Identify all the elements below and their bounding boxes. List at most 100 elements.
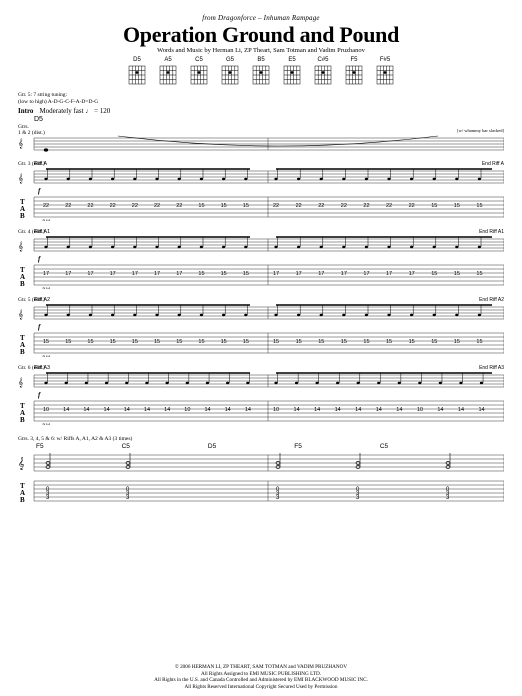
tempo-note-icon: ♩ xyxy=(85,107,92,115)
svg-text:15: 15 xyxy=(318,339,324,345)
svg-text:14: 14 xyxy=(396,407,402,413)
svg-text:15: 15 xyxy=(431,339,437,345)
svg-text:15: 15 xyxy=(221,203,227,209)
half-note-chord xyxy=(356,453,360,469)
intro-heading: Intro Moderately fast ♩ = 120 xyxy=(18,107,504,115)
header: from Dragonforce – Inhuman Rampage Opera… xyxy=(18,14,504,54)
chord-label: C#5 xyxy=(313,57,333,63)
chord-label: F5 xyxy=(344,57,364,63)
svg-text:P.M.- - - - - - - - - - - - -: P.M.- - - - - - - - - - - - - - - - - - … xyxy=(41,356,318,357)
svg-text:3: 3 xyxy=(356,495,360,501)
riff-name: Riff A xyxy=(34,161,47,167)
chord-label: C5 xyxy=(189,57,209,63)
chord-grid-icon xyxy=(251,64,271,86)
svg-text:22: 22 xyxy=(132,203,138,209)
chord-label: G5 xyxy=(220,57,240,63)
riff-block-0: Gtr. 3 (dist.) Riff A End Riff A 𝄞 f T A… xyxy=(18,161,504,226)
svg-text:15: 15 xyxy=(132,339,138,345)
svg-text:15: 15 xyxy=(87,339,93,345)
chord-marker: C5 xyxy=(122,443,130,450)
svg-text:22: 22 xyxy=(273,203,279,209)
svg-text:10: 10 xyxy=(273,407,279,413)
svg-text:B: B xyxy=(20,280,25,288)
svg-text:15: 15 xyxy=(431,203,437,209)
svg-text:17: 17 xyxy=(43,271,49,277)
svg-text:14: 14 xyxy=(245,407,251,413)
svg-text:14: 14 xyxy=(104,407,110,413)
chord-diagram-g5: G5 xyxy=(220,57,240,86)
svg-text:15: 15 xyxy=(243,203,249,209)
svg-text:14: 14 xyxy=(478,407,484,413)
svg-text:14: 14 xyxy=(355,407,361,413)
treble-clef-icon: 𝄞 xyxy=(18,138,23,149)
riff-staff-container: Riff A2 End Riff A2 𝄞 f T A B 1515151515… xyxy=(18,303,504,362)
svg-text:15: 15 xyxy=(454,203,460,209)
tab-B-icon: B xyxy=(20,496,25,504)
credits-line: Words and Music by Herman Li, ZP Theart,… xyxy=(18,47,504,54)
riff-staff: 𝄞 f T A B 171717171717171515151717171717… xyxy=(18,235,504,289)
svg-text:17: 17 xyxy=(87,271,93,277)
chord-diagram-f5: F5 xyxy=(344,57,364,86)
chord-marker: D5 xyxy=(208,443,216,450)
svg-text:14: 14 xyxy=(164,407,170,413)
riff-staff: 𝄞 f T A B 151515151515151515151515151515… xyxy=(18,303,504,357)
section-label: Intro xyxy=(18,107,33,115)
chord-label: E5 xyxy=(282,57,302,63)
svg-text:15: 15 xyxy=(386,339,392,345)
svg-text:22: 22 xyxy=(341,203,347,209)
riff-staff-container: Riff A1 End Riff A1 𝄞 f T A B 1717171717… xyxy=(18,235,504,294)
chord-diagram-d5: D5 xyxy=(127,57,147,86)
svg-text:17: 17 xyxy=(363,271,369,277)
svg-text:17: 17 xyxy=(176,271,182,277)
tuning-gtr-label: Gtr. 5: 7 string tuning: xyxy=(18,92,504,99)
svg-text:B: B xyxy=(20,348,25,356)
chord-grid-icon xyxy=(282,64,302,86)
section2-staff: 𝄞 T A B 033033033033033 xyxy=(18,451,504,509)
svg-text:15: 15 xyxy=(296,339,302,345)
svg-text:f: f xyxy=(38,391,41,399)
svg-text:17: 17 xyxy=(296,271,302,277)
svg-text:22: 22 xyxy=(386,203,392,209)
riff-name: Riff A3 xyxy=(34,365,50,371)
svg-text:15: 15 xyxy=(43,339,49,345)
svg-text:14: 14 xyxy=(63,407,69,413)
svg-text:17: 17 xyxy=(132,271,138,277)
riff-staff-container: Riff A End Riff A 𝄞 f T A B 222222222222… xyxy=(18,167,504,226)
half-note-chord xyxy=(126,453,130,469)
svg-text:3: 3 xyxy=(446,495,450,501)
svg-text:14: 14 xyxy=(376,407,382,413)
section2-gtrs-label: Gtrs. 3, 4, 5 & 6: w/ Riffs A, A1, A2 & … xyxy=(18,436,504,442)
chord-grid-icon xyxy=(375,64,395,86)
svg-text:B: B xyxy=(20,212,25,220)
svg-text:22: 22 xyxy=(154,203,160,209)
svg-text:15: 15 xyxy=(221,271,227,277)
footer: © 2006 HERMAN LI, ZP THEART, SAM TOTMAN … xyxy=(0,664,522,690)
half-note-chord xyxy=(276,453,280,469)
chord-label: D5 xyxy=(127,57,147,63)
svg-text:P.M.- - - - - - - - - - - - -: P.M.- - - - - - - - - - - - - - - - - - … xyxy=(41,424,318,425)
svg-text:𝄞: 𝄞 xyxy=(18,173,23,184)
svg-text:15: 15 xyxy=(176,339,182,345)
riff-name: Riff A2 xyxy=(34,297,50,303)
svg-text:10: 10 xyxy=(184,407,190,413)
svg-text:17: 17 xyxy=(318,271,324,277)
copyright-line-4: All Rights Reserved International Copyri… xyxy=(0,684,522,691)
svg-text:15: 15 xyxy=(198,271,204,277)
song-title: Operation Ground and Pound xyxy=(18,23,504,46)
svg-text:15: 15 xyxy=(110,339,116,345)
source-line: from Dragonforce – Inhuman Rampage xyxy=(18,14,504,22)
svg-text:3: 3 xyxy=(46,495,50,501)
chord-diagram-c5: C5 xyxy=(189,57,209,86)
tuning-note: Gtr. 5: 7 string tuning: (low to high) A… xyxy=(18,92,504,105)
svg-text:15: 15 xyxy=(221,339,227,345)
chord-marker: F5 xyxy=(294,443,302,450)
chord-label: B5 xyxy=(251,57,271,63)
svg-text:17: 17 xyxy=(386,271,392,277)
svg-text:14: 14 xyxy=(124,407,130,413)
svg-text:f: f xyxy=(38,323,41,331)
chord-grid-icon xyxy=(127,64,147,86)
svg-text:3: 3 xyxy=(126,495,130,501)
svg-text:17: 17 xyxy=(154,271,160,277)
riff-end-name: End Riff A3 xyxy=(479,365,504,371)
svg-text:22: 22 xyxy=(176,203,182,209)
